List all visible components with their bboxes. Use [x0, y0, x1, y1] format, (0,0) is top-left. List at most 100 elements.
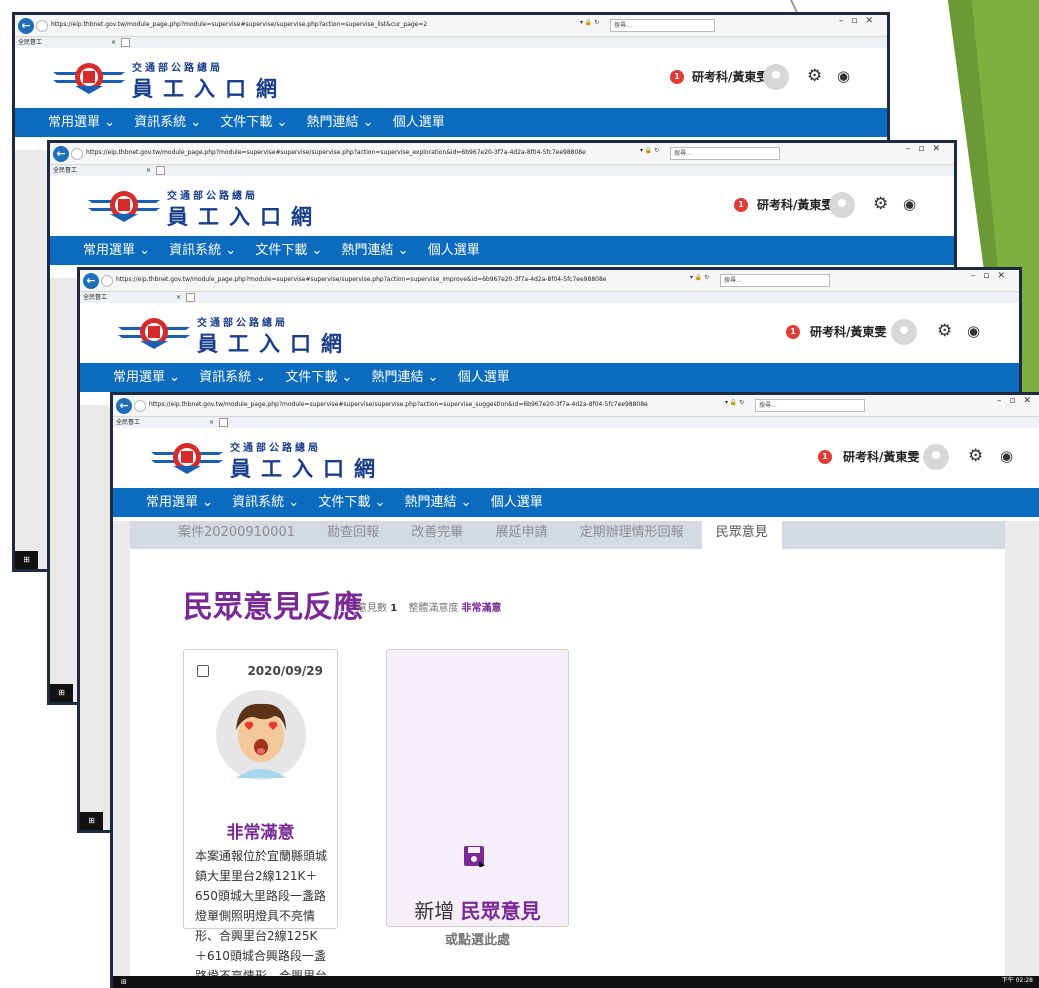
forward-arrow-icon[interactable]: [71, 148, 83, 160]
forward-arrow-icon[interactable]: [36, 20, 48, 32]
dashboard-icon[interactable]: ◉: [1000, 447, 1013, 465]
opinion-select-checkbox[interactable]: [197, 665, 209, 677]
window-controls[interactable]: –▫✕: [971, 271, 1013, 281]
browser-tab[interactable]: 全民督工: [116, 419, 140, 426]
user-name[interactable]: 研考科/黃東雯: [810, 323, 886, 340]
nav-personal-menu[interactable]: 個人選單: [458, 370, 510, 385]
notification-badge[interactable]: 1: [670, 70, 684, 84]
add-opinion-label[interactable]: 新增 民眾意見: [387, 895, 568, 924]
dashboard-icon[interactable]: ◉: [967, 322, 980, 340]
address-bar[interactable]: https://eip.thbnet.gov.tw/module_page.ph…: [149, 399, 648, 412]
search-input[interactable]: 搜尋...: [670, 147, 780, 160]
address-tools[interactable]: ▾ 🔒 ↻: [690, 274, 709, 281]
add-opinion-card[interactable]: 新增 民眾意見 或點選此處: [386, 649, 569, 948]
nav-info-systems[interactable]: 資訊系統 ⌄: [232, 495, 299, 510]
address-tools[interactable]: ▾ 🔒 ↻: [580, 19, 599, 26]
back-arrow-icon[interactable]: ←: [83, 273, 99, 289]
notification-badge[interactable]: 1: [786, 325, 800, 339]
gear-icon[interactable]: ⚙: [968, 446, 983, 466]
nav-hot-links[interactable]: 熱門連結 ⌄: [307, 115, 374, 130]
nav-personal-menu[interactable]: 個人選單: [491, 495, 543, 510]
main-navbar: 常用選單 ⌄ 資訊系統 ⌄ 文件下載 ⌄ 熱門連結 ⌄ 個人選單: [50, 236, 954, 265]
case-tabs: 案件20200910001 勘查回報 改善完畢 展延申請 定期辦理情形回報 民眾…: [130, 521, 1005, 549]
browser-tab[interactable]: 全民督工: [83, 294, 107, 301]
forward-arrow-icon[interactable]: [134, 400, 146, 412]
user-name[interactable]: 研考科/黃東雯: [692, 68, 768, 85]
windows-start-icon[interactable]: ⊞: [15, 551, 38, 569]
windows-start-icon[interactable]: ⊞: [80, 812, 103, 830]
nav-downloads[interactable]: 文件下載 ⌄: [285, 370, 352, 385]
site-header: 交通部公路總局 員工入口網 1 研考科/黃東雯 ⚙ ◉: [80, 303, 1019, 363]
new-tab-button[interactable]: [219, 418, 228, 427]
nav-hot-links[interactable]: 熱門連結 ⌄: [405, 495, 472, 510]
new-tab-button[interactable]: [156, 166, 165, 175]
tab-case-number[interactable]: 案件20200910001: [130, 521, 309, 549]
tab-periodic-report[interactable]: 定期辦理情形回報: [566, 521, 698, 549]
nav-common-menu[interactable]: 常用選單 ⌄: [146, 495, 213, 510]
nav-info-systems[interactable]: 資訊系統 ⌄: [169, 243, 236, 258]
back-arrow-icon[interactable]: ←: [53, 146, 69, 162]
back-arrow-icon[interactable]: ←: [116, 398, 132, 414]
browser-tab-strip: 全民督工 ×: [113, 417, 1039, 428]
tab-extension-request[interactable]: 展延申請: [481, 521, 561, 549]
windows-start-icon[interactable]: ⊞: [121, 978, 127, 986]
browser-tab-strip: 全民督工 ×: [15, 37, 887, 48]
nav-downloads[interactable]: 文件下載 ⌄: [255, 243, 322, 258]
user-name[interactable]: 研考科/黃東雯: [843, 448, 919, 465]
back-arrow-icon[interactable]: ←: [18, 18, 34, 34]
nav-downloads[interactable]: 文件下載 ⌄: [318, 495, 385, 510]
agency-logo-icon: [88, 191, 160, 222]
tab-inspection-report[interactable]: 勘查回報: [313, 521, 393, 549]
forward-arrow-icon[interactable]: [101, 275, 113, 287]
gear-icon[interactable]: ⚙: [873, 194, 888, 214]
user-avatar[interactable]: [829, 192, 855, 218]
nav-common-menu[interactable]: 常用選單 ⌄: [83, 243, 150, 258]
logo-title: 員工入口網: [132, 77, 287, 101]
window-controls[interactable]: –▫✕: [906, 144, 948, 154]
nav-common-menu[interactable]: 常用選單 ⌄: [113, 370, 180, 385]
search-input[interactable]: 搜尋...: [720, 274, 830, 287]
user-avatar[interactable]: [763, 64, 789, 90]
address-tools[interactable]: ▾ 🔒 ↻: [640, 147, 659, 154]
search-input[interactable]: 搜尋...: [755, 399, 865, 412]
browser-tab[interactable]: 全民督工: [53, 167, 77, 174]
dashboard-icon[interactable]: ◉: [837, 67, 850, 85]
page-title: 民眾意見反應: [183, 590, 363, 625]
agency-logo-icon: [151, 443, 223, 474]
new-tab-button[interactable]: [186, 293, 195, 302]
dashboard-icon[interactable]: ◉: [903, 195, 916, 213]
nav-personal-menu[interactable]: 個人選單: [393, 115, 445, 130]
user-avatar[interactable]: [923, 444, 949, 470]
browser-tab[interactable]: 全民督工: [18, 39, 42, 46]
tab-improvement-done[interactable]: 改善完畢: [397, 521, 477, 549]
address-bar[interactable]: https://eip.thbnet.gov.tw/module_page.ph…: [51, 19, 427, 32]
address-bar[interactable]: https://eip.thbnet.gov.tw/module_page.ph…: [116, 274, 606, 287]
tab-public-opinion[interactable]: 民眾意見: [701, 521, 782, 549]
or-click-here-label[interactable]: 或點選此處: [387, 929, 568, 948]
nav-personal-menu[interactable]: 個人選單: [428, 243, 480, 258]
main-navbar: 常用選單 ⌄ 資訊系統 ⌄ 文件下載 ⌄ 熱門連結 ⌄ 個人選單: [15, 108, 887, 137]
nav-info-systems[interactable]: 資訊系統 ⌄: [134, 115, 201, 130]
gear-icon[interactable]: ⚙: [807, 66, 822, 86]
nav-hot-links[interactable]: 熱門連結 ⌄: [372, 370, 439, 385]
address-tools[interactable]: ▾ 🔒 ↻: [725, 399, 744, 406]
notification-badge[interactable]: 1: [734, 198, 748, 212]
nav-hot-links[interactable]: 熱門連結 ⌄: [342, 243, 409, 258]
address-bar[interactable]: https://eip.thbnet.gov.tw/module_page.ph…: [86, 147, 586, 160]
user-name[interactable]: 研考科/黃東雯: [757, 196, 833, 213]
nav-downloads[interactable]: 文件下載 ⌄: [220, 115, 287, 130]
window-controls[interactable]: –▫✕: [839, 16, 881, 26]
browser-titlebar: ← https://eip.thbnet.gov.tw/module_page.…: [113, 395, 1039, 417]
search-input[interactable]: 搜尋...: [610, 19, 715, 32]
window-controls[interactable]: –▫✕: [997, 396, 1039, 406]
nav-common-menu[interactable]: 常用選單 ⌄: [48, 115, 115, 130]
nav-info-systems[interactable]: 資訊系統 ⌄: [199, 370, 266, 385]
windows-taskbar: ⊞ 下午 02:28: [113, 976, 1039, 988]
user-avatar[interactable]: [891, 319, 917, 345]
logo-title: 員工入口網: [167, 205, 322, 229]
gear-icon[interactable]: ⚙: [937, 321, 952, 341]
windows-start-icon[interactable]: ⊞: [50, 684, 73, 702]
browser-tab-strip: 全民督工 ×: [50, 165, 954, 176]
notification-badge[interactable]: 1: [818, 450, 832, 464]
new-tab-button[interactable]: [121, 38, 130, 47]
